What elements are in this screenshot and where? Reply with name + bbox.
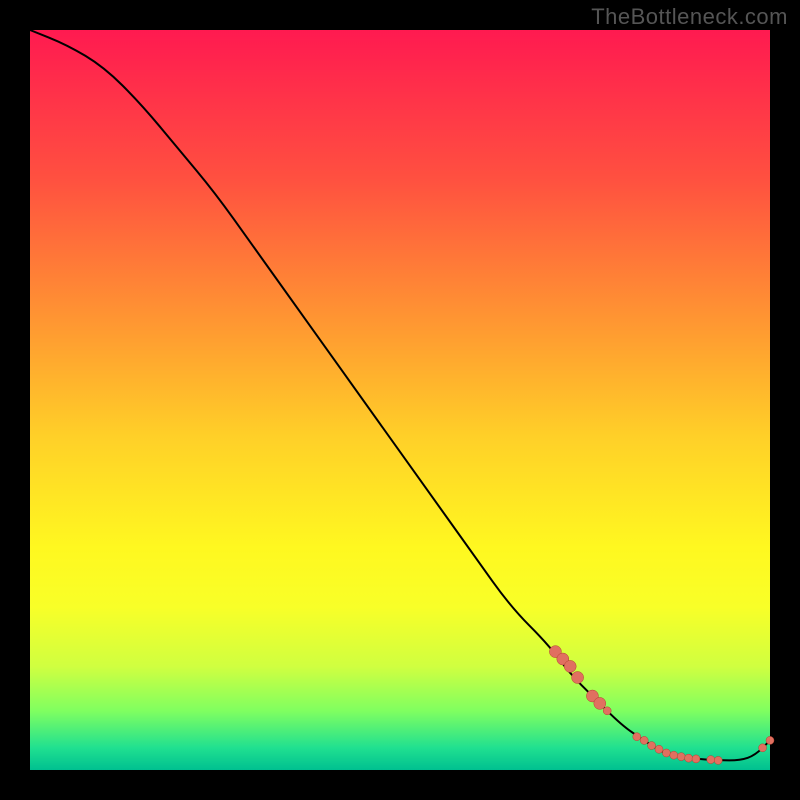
curve-marker — [594, 697, 606, 709]
curve-line — [30, 30, 770, 760]
curve-marker — [677, 753, 685, 761]
curve-marker — [685, 754, 693, 762]
bottleneck-curve — [30, 30, 770, 770]
curve-markers — [549, 646, 774, 765]
plot-area — [30, 30, 770, 770]
curve-marker — [662, 749, 670, 757]
curve-marker — [655, 745, 663, 753]
chart-container: TheBottleneck.com — [0, 0, 800, 800]
curve-marker — [707, 756, 715, 764]
curve-marker — [633, 733, 641, 741]
curve-marker — [692, 755, 700, 763]
curve-marker — [603, 707, 611, 715]
curve-marker — [714, 756, 722, 764]
watermark-text: TheBottleneck.com — [591, 4, 788, 30]
curve-marker — [670, 751, 678, 759]
curve-marker — [572, 672, 584, 684]
curve-marker — [640, 736, 648, 744]
curve-marker — [648, 742, 656, 750]
curve-marker — [564, 660, 576, 672]
curve-marker — [759, 744, 767, 752]
curve-marker — [766, 736, 774, 744]
